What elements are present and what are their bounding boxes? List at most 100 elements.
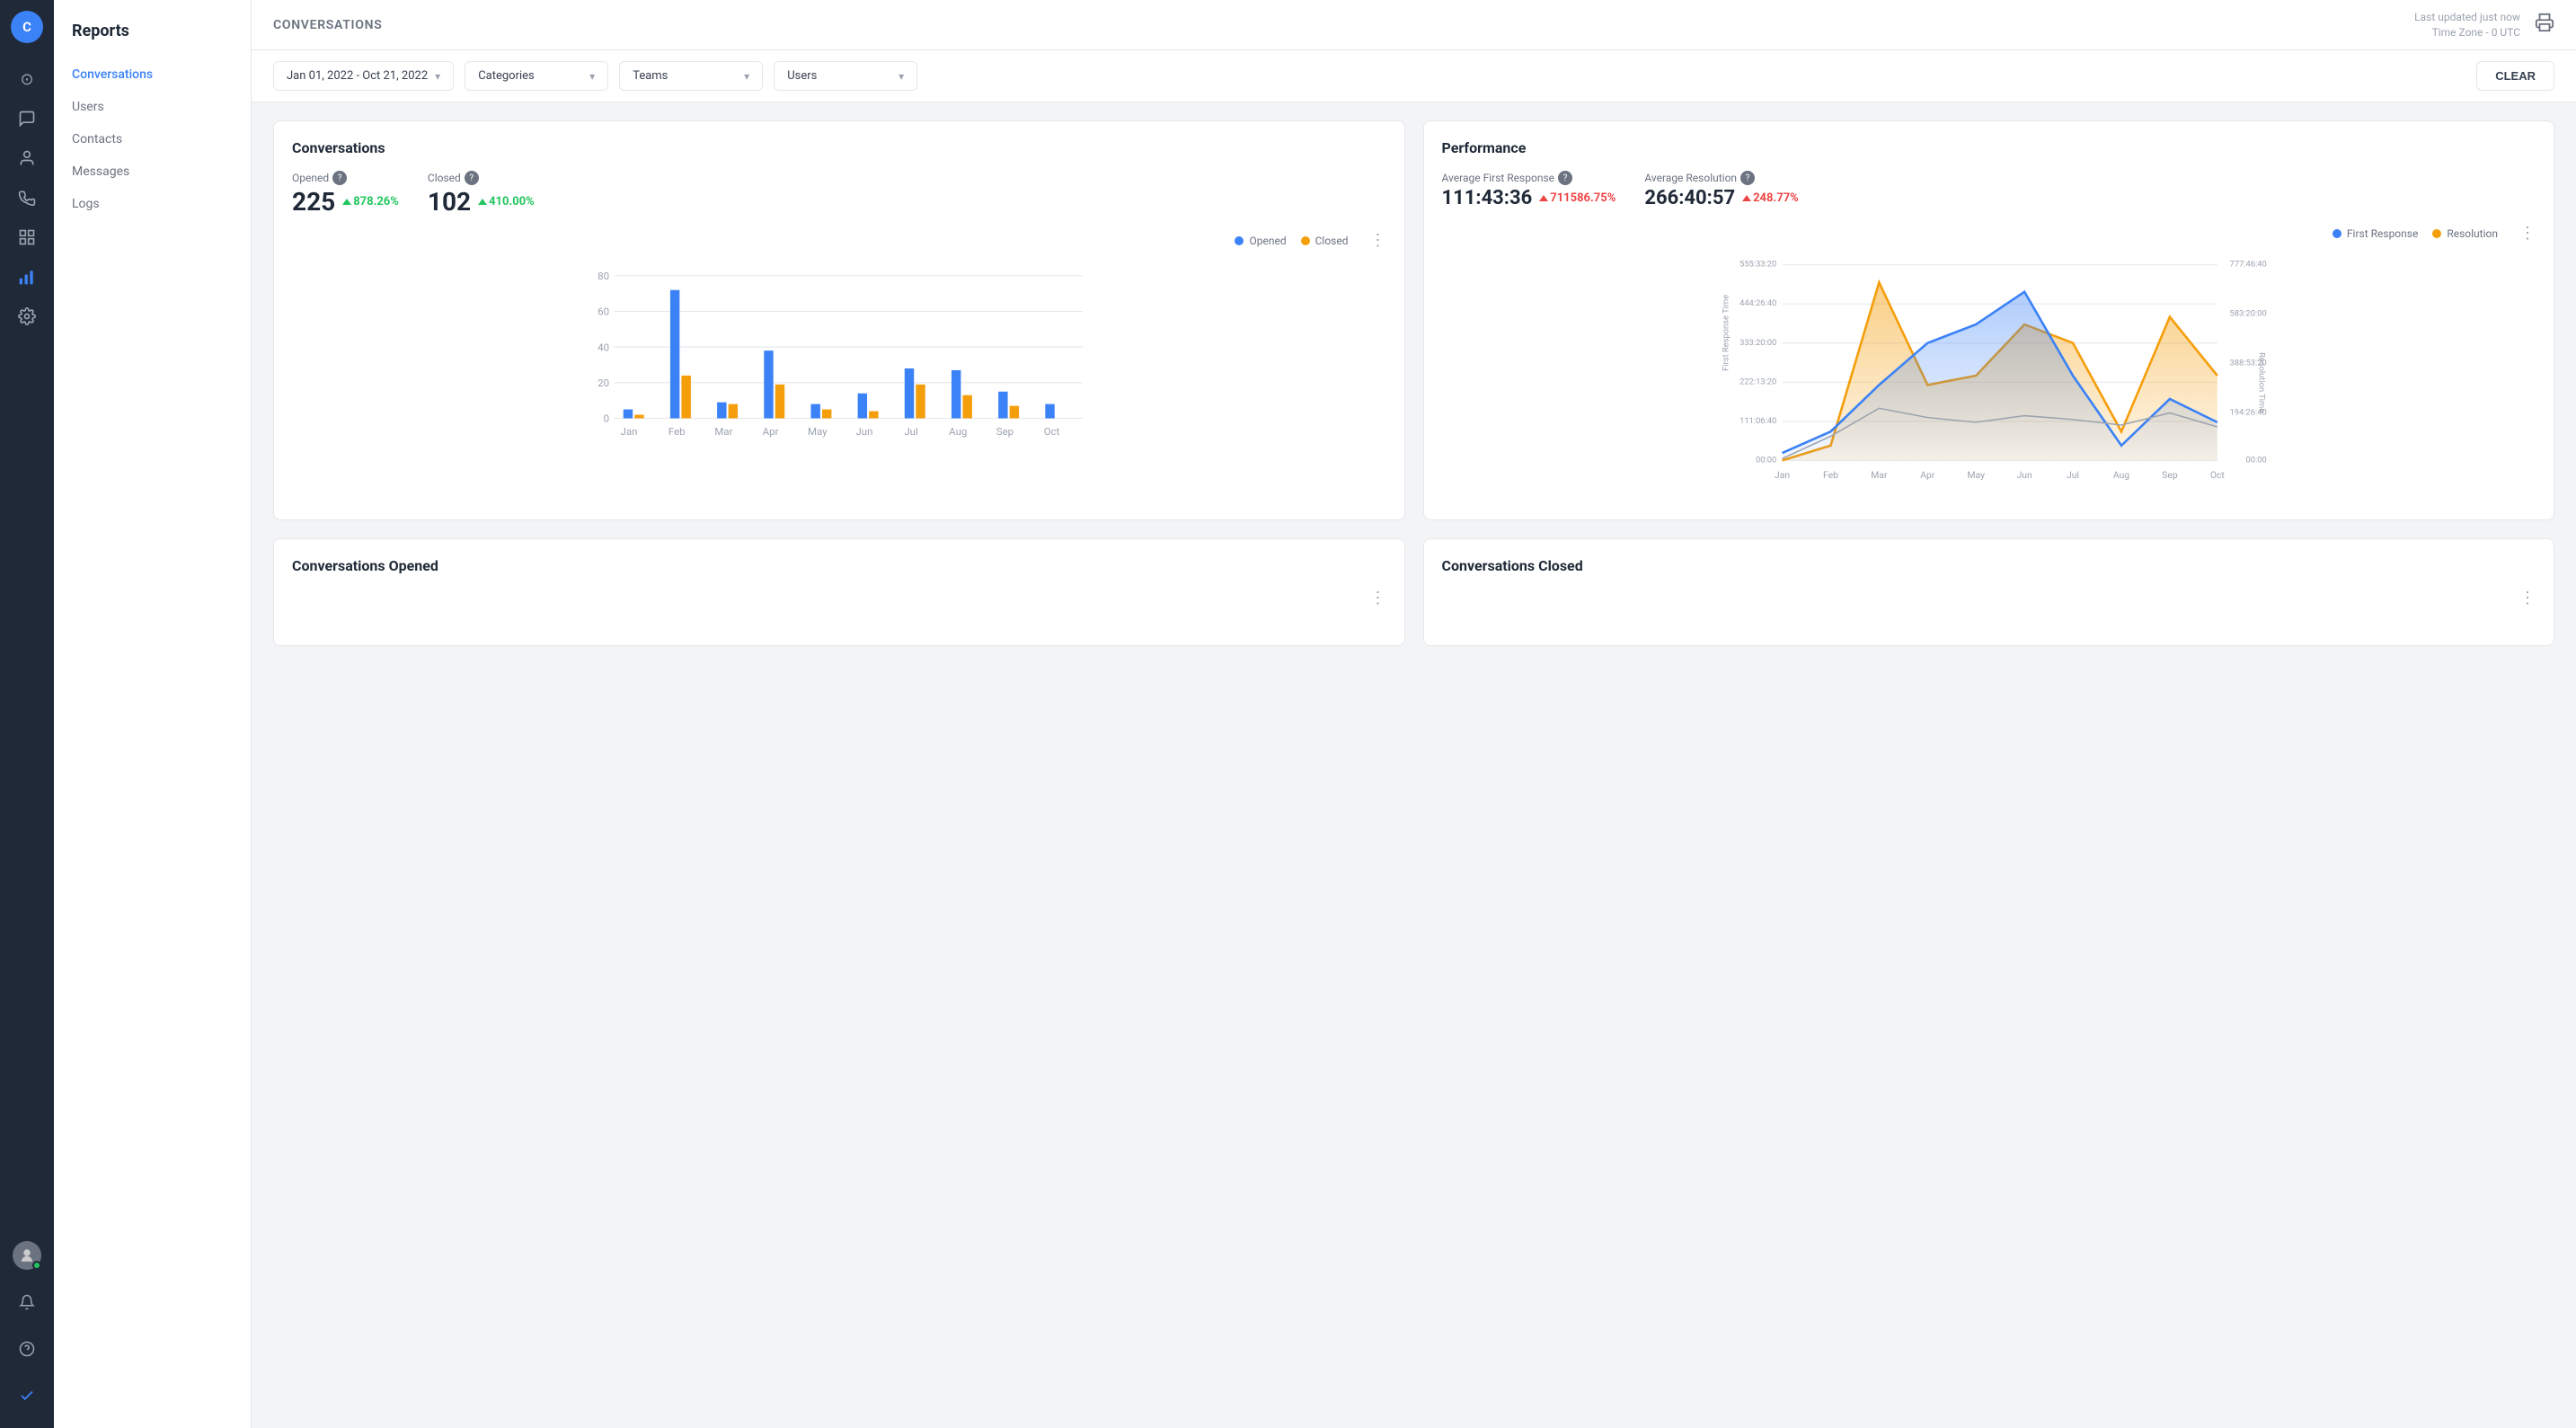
svg-text:May: May <box>808 425 828 438</box>
chart-legend: Opened Closed ⋮ <box>292 231 1386 250</box>
chevron-down-icon: ▾ <box>744 70 749 83</box>
more-options-icon[interactable]: ⋮ <box>2519 589 2536 608</box>
help-icon: ? <box>1740 171 1755 185</box>
avg-first-response-stat: Average First Response ? 111:43:36 71158… <box>1442 171 1616 209</box>
conversations-closed-card: Conversations Closed ⋮ <box>1423 538 2555 646</box>
nav-item-logs[interactable]: Logs <box>54 188 251 220</box>
legend-dot-first <box>2333 229 2341 238</box>
sidebar-item-help[interactable] <box>9 1331 45 1367</box>
topbar: CONVERSATIONS Last updated just now Time… <box>252 0 2576 50</box>
svg-text:Oct: Oct <box>2209 469 2225 481</box>
sidebar-item-user-profile[interactable] <box>9 1237 45 1273</box>
page-title: CONVERSATIONS <box>273 18 382 32</box>
sidebar-item-checkmark[interactable] <box>9 1378 45 1414</box>
filters-bar: Jan 01, 2022 - Oct 21, 2022 ▾ Categories… <box>252 50 2576 102</box>
conversations-opened-title: Conversations Opened <box>292 557 1386 574</box>
svg-text:Jan: Jan <box>1774 469 1789 481</box>
conversations-opened-card: Conversations Opened ⋮ <box>273 538 1405 646</box>
nav-item-messages[interactable]: Messages <box>54 155 251 188</box>
avg-resolution-stat: Average Resolution ? 266:40:57 248.77% <box>1644 171 1798 209</box>
performance-chart-legend: First Response Resolution ⋮ <box>1442 224 2536 243</box>
help-icon: ? <box>1558 171 1572 185</box>
svg-text:Sep: Sep <box>996 425 1014 438</box>
left-nav-title: Reports <box>54 14 251 58</box>
svg-text:555:33:20: 555:33:20 <box>1739 260 1776 270</box>
conversations-closed-title: Conversations Closed <box>1442 557 2536 574</box>
sidebar-item-conversations[interactable] <box>9 101 45 137</box>
card-footer-closed: ⋮ <box>1442 589 2536 608</box>
clear-button[interactable]: CLEAR <box>2476 61 2554 91</box>
svg-text:0: 0 <box>604 412 609 425</box>
svg-text:Jun: Jun <box>855 425 872 438</box>
nav-item-contacts[interactable]: Contacts <box>54 123 251 155</box>
more-options-icon[interactable]: ⋮ <box>2519 224 2536 243</box>
categories-filter[interactable]: Categories ▾ <box>465 61 608 91</box>
svg-text:Aug: Aug <box>949 425 967 438</box>
last-updated: Last updated just now Time Zone - 0 UTC <box>2414 10 2520 40</box>
svg-text:Apr: Apr <box>763 425 779 438</box>
svg-text:Sep: Sep <box>2162 469 2178 481</box>
svg-text:Aug: Aug <box>2112 469 2129 481</box>
chevron-down-icon: ▾ <box>589 70 595 83</box>
svg-text:Mar: Mar <box>1871 469 1888 481</box>
svg-text:60: 60 <box>598 306 609 318</box>
svg-text:583:20:00: 583:20:00 <box>2229 309 2266 319</box>
date-range-filter[interactable]: Jan 01, 2022 - Oct 21, 2022 ▾ <box>273 61 454 91</box>
legend-dot-closed <box>1301 236 1310 245</box>
conversations-card-title: Conversations <box>292 139 1386 156</box>
svg-text:00:00: 00:00 <box>2245 455 2266 465</box>
sidebar-item-contacts[interactable] <box>9 140 45 176</box>
more-options-icon[interactable]: ⋮ <box>1370 589 1386 608</box>
help-icon: ? <box>332 171 347 185</box>
sidebar-bottom <box>9 1237 45 1417</box>
bottom-cards-row: Conversations Opened ⋮ Conversations Clo… <box>273 538 2554 646</box>
legend-dot-opened <box>1235 236 1244 245</box>
main-content: CONVERSATIONS Last updated just now Time… <box>252 0 2576 1428</box>
up-arrow-icon <box>478 199 487 205</box>
print-icon[interactable] <box>2535 13 2554 37</box>
chevron-down-icon: ▾ <box>899 70 904 83</box>
legend-opened: Opened <box>1235 235 1286 247</box>
svg-text:111:06:40: 111:06:40 <box>1739 416 1776 426</box>
svg-text:Jun: Jun <box>2016 469 2032 481</box>
nav-item-conversations[interactable]: Conversations <box>54 58 251 91</box>
svg-text:Apr: Apr <box>1920 469 1935 481</box>
sidebar-item-dashboard[interactable]: ⊙ <box>9 61 45 97</box>
bar-chart: 80 60 40 20 0 <box>292 257 1386 473</box>
app-logo: C <box>11 11 43 43</box>
more-options-icon[interactable]: ⋮ <box>1370 231 1386 250</box>
conversations-stats: Opened ? 225 878.26% <box>292 171 1386 217</box>
line-chart: 555:33:20 444:26:40 333:20:00 222:13:20 … <box>1442 250 2536 501</box>
svg-text:Feb: Feb <box>668 425 686 438</box>
teams-filter[interactable]: Teams ▾ <box>619 61 763 91</box>
performance-card-title: Performance <box>1442 139 2536 156</box>
svg-text:Feb: Feb <box>1822 469 1837 481</box>
legend-resolution: Resolution <box>2432 227 2498 240</box>
svg-text:333:20:00: 333:20:00 <box>1739 338 1776 348</box>
up-arrow-icon <box>1539 195 1548 201</box>
sidebar-item-notifications[interactable] <box>9 180 45 216</box>
sidebar-item-settings[interactable] <box>9 298 45 334</box>
svg-text:Jan: Jan <box>621 425 638 438</box>
help-icon: ? <box>465 171 479 185</box>
left-navigation: Reports Conversations Users Contacts Mes… <box>54 0 252 1428</box>
up-arrow-icon <box>342 199 351 205</box>
sidebar-item-integrations[interactable] <box>9 219 45 255</box>
legend-first-response: First Response <box>2333 227 2418 240</box>
svg-text:Oct: Oct <box>1044 425 1060 438</box>
topbar-right: Last updated just now Time Zone - 0 UTC <box>2414 10 2554 40</box>
nav-item-users[interactable]: Users <box>54 91 251 123</box>
conversations-card: Conversations Opened ? 225 878.26% <box>273 120 1405 520</box>
closed-stat: Closed ? 102 410.00% <box>428 171 535 217</box>
up-arrow-icon <box>1742 195 1751 201</box>
sidebar-item-reports[interactable] <box>9 259 45 295</box>
svg-text:Jul: Jul <box>904 425 917 438</box>
users-filter[interactable]: Users ▾ <box>774 61 917 91</box>
svg-text:444:26:40: 444:26:40 <box>1739 298 1776 308</box>
legend-dot-resolution <box>2432 229 2441 238</box>
legend-closed: Closed <box>1301 235 1349 247</box>
svg-text:40: 40 <box>598 341 609 353</box>
sidebar-item-bell[interactable] <box>9 1284 45 1320</box>
svg-text:May: May <box>1967 469 1985 481</box>
content-area: Conversations Opened ? 225 878.26% <box>252 102 2576 1428</box>
